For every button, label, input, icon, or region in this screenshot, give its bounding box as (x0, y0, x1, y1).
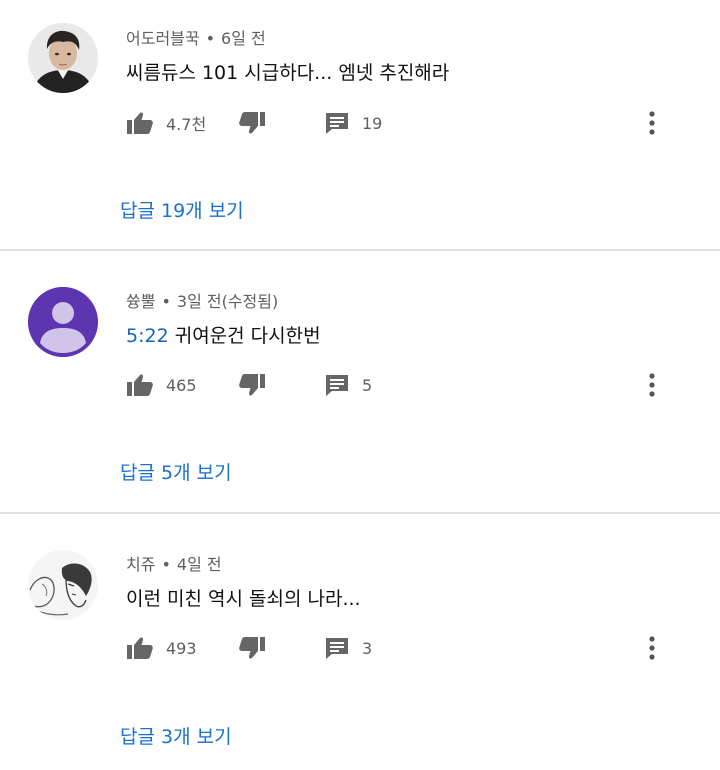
thumbs-up-icon (127, 374, 153, 396)
comment-item: 쓩뿔 • 3일 전(수정됨) 5:22 귀여운건 다시한번 465 5 답글 5… (0, 251, 720, 513)
sketch-drawing-avatar-icon (28, 550, 98, 620)
thumbs-up-icon (127, 112, 153, 134)
avatar[interactable] (28, 23, 98, 93)
thumbs-up-icon (127, 637, 153, 659)
more-vertical-icon (649, 636, 655, 660)
default-person-avatar-icon (28, 287, 98, 357)
photo-avatar-icon (28, 23, 98, 93)
like-button[interactable]: 493 (126, 633, 197, 663)
comment-icon (326, 638, 348, 659)
reply-count: 19 (362, 113, 383, 133)
comment-item: 어도러블꾹 • 6일 전 씨름듀스 101 시급하다... 엠넷 추진해라 4.7천 (0, 0, 720, 250)
more-vertical-icon (649, 111, 655, 135)
reply-count: 5 (362, 375, 373, 395)
comment-actions: 493 3 (126, 633, 686, 663)
comment-text: 이런 미친 역시 돌쇠의 나라... (126, 588, 361, 610)
view-replies-link[interactable]: 답글 19개 보기 (120, 196, 244, 223)
comment-meta: 어도러블꾹 • 6일 전 (126, 25, 266, 49)
thumbs-down-icon (239, 637, 265, 659)
reply-button[interactable]: 5 (324, 370, 372, 400)
reply-button[interactable]: 3 (324, 633, 372, 663)
comment-icon (326, 375, 348, 396)
comment-time: 3일 전(수정됨) (176, 292, 279, 311)
meta-separator: • (161, 292, 171, 311)
view-replies-link[interactable]: 답글 5개 보기 (120, 458, 232, 485)
like-count: 4.7천 (166, 115, 207, 134)
meta-separator: • (205, 29, 216, 48)
dislike-button[interactable] (238, 633, 266, 663)
more-options-button[interactable] (642, 633, 662, 663)
meta-separator: • (161, 555, 171, 574)
more-vertical-icon (649, 373, 655, 397)
comment-text: 5:22 귀여운건 다시한번 (126, 321, 321, 348)
timestamp-link[interactable]: 5:22 (126, 325, 169, 347)
comment-time: 6일 전 (221, 29, 266, 48)
comment-item: 치쥬 • 4일 전 이런 미친 역시 돌쇠의 나라... 493 3 답글 3개… (0, 514, 720, 770)
comment-actions: 465 5 (126, 370, 686, 400)
author-name[interactable]: 쓩뿔 (126, 292, 155, 311)
dislike-button[interactable] (238, 108, 266, 138)
author-name[interactable]: 어도러블꾹 (126, 29, 200, 48)
comment-actions: 4.7천 19 (126, 108, 686, 138)
view-replies-link[interactable]: 답글 3개 보기 (120, 722, 232, 749)
comment-body: 귀여운건 다시한번 (174, 325, 321, 347)
avatar[interactable] (28, 550, 98, 620)
like-count: 465 (166, 375, 197, 395)
like-count: 493 (166, 638, 197, 658)
more-options-button[interactable] (642, 370, 662, 400)
author-name[interactable]: 치쥬 (126, 555, 155, 574)
dislike-button[interactable] (238, 370, 266, 400)
reply-count: 3 (362, 638, 373, 658)
comment-meta: 치쥬 • 4일 전 (126, 551, 222, 575)
comment-meta: 쓩뿔 • 3일 전(수정됨) (126, 288, 278, 312)
comment-time: 4일 전 (176, 555, 222, 574)
more-options-button[interactable] (642, 108, 662, 138)
avatar[interactable] (28, 287, 98, 357)
comment-icon (326, 113, 348, 134)
like-button[interactable]: 4.7천 (126, 108, 206, 138)
reply-button[interactable]: 19 (324, 108, 382, 138)
comment-text: 씨름듀스 101 시급하다... 엠넷 추진해라 (126, 62, 450, 84)
like-button[interactable]: 465 (126, 370, 197, 400)
thumbs-down-icon (239, 112, 265, 134)
thumbs-down-icon (239, 374, 265, 396)
